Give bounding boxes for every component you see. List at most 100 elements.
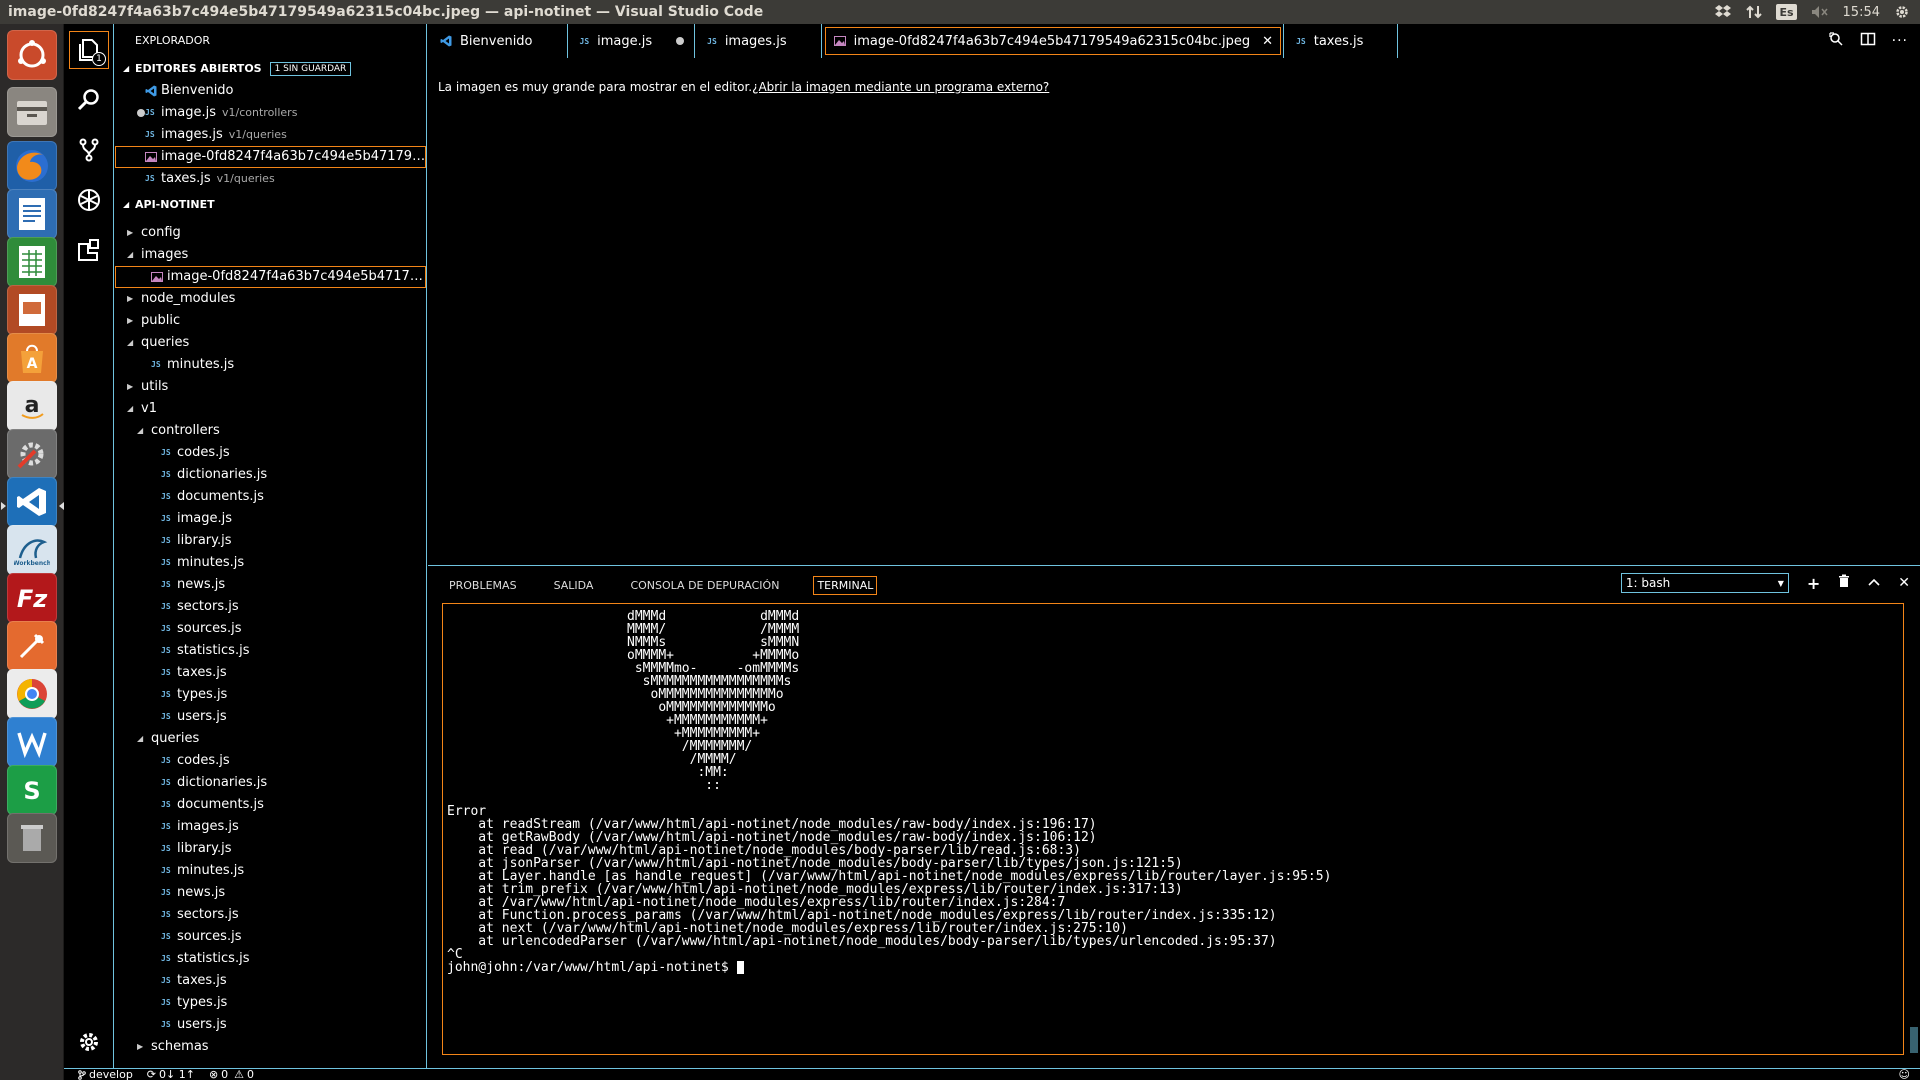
tree-file[interactable]: JS codes.js xyxy=(115,442,426,464)
tree-file[interactable]: JS documents.js xyxy=(115,486,426,508)
tree-folder[interactable]: ◢ v1 xyxy=(115,398,426,420)
trash-terminal-icon[interactable] xyxy=(1838,574,1850,592)
terminal-scrollbar[interactable] xyxy=(1910,1027,1918,1053)
tree-folder[interactable]: ◢ images xyxy=(115,244,426,266)
editor-tab[interactable]: JS images.js xyxy=(695,24,822,58)
chrome-icon[interactable] xyxy=(7,669,57,719)
tree-file[interactable]: JS taxes.js xyxy=(115,662,426,684)
branch-status[interactable]: develop xyxy=(78,1068,133,1080)
unsaved-dot-icon[interactable] xyxy=(676,37,685,45)
tree-file[interactable]: JS sectors.js xyxy=(115,904,426,926)
tree-file[interactable]: JS library.js xyxy=(115,530,426,552)
tree-file[interactable]: JS types.js xyxy=(115,992,426,1014)
tree-file[interactable]: JS statistics.js xyxy=(115,948,426,970)
tree-file[interactable]: JS codes.js xyxy=(115,750,426,772)
settings-gear-icon[interactable] xyxy=(64,1018,114,1066)
close-panel-icon[interactable]: ✕ xyxy=(1898,575,1910,591)
keyboard-layout-indicator[interactable]: Es xyxy=(1776,4,1797,20)
tree-file[interactable]: JS users.js xyxy=(115,706,426,728)
system-settings-icon[interactable] xyxy=(7,429,57,479)
panel-tab[interactable]: TERMINAL xyxy=(813,575,878,595)
editor-tab[interactable]: JS image.js xyxy=(568,24,696,58)
new-terminal-icon[interactable]: + xyxy=(1807,574,1820,593)
trash-icon[interactable] xyxy=(7,813,57,863)
vscode-icon[interactable] xyxy=(7,477,57,527)
filezilla-icon[interactable]: Fz xyxy=(7,573,57,623)
clock[interactable]: 15:54 xyxy=(1843,2,1880,22)
debug-activity-icon[interactable] xyxy=(64,176,114,224)
wps-writer-icon[interactable] xyxy=(7,717,57,767)
tree-file[interactable]: JS dictionaries.js xyxy=(115,464,426,486)
dash-home-icon[interactable] xyxy=(7,30,57,80)
panel-tab[interactable]: CONSOLA DE DEPURACIÓN xyxy=(627,577,782,594)
mysql-workbench-icon[interactable]: Workbench xyxy=(7,525,57,575)
open-editors-header[interactable]: ◢ EDITORES ABIERTOS 1 SIN GUARDAR xyxy=(115,58,426,80)
tree-file[interactable]: JS documents.js xyxy=(115,794,426,816)
tree-folder[interactable]: ▶ config xyxy=(115,222,426,244)
libreoffice-impress-icon[interactable] xyxy=(7,285,57,335)
dropbox-icon[interactable] xyxy=(1714,2,1732,22)
panel-tab[interactable]: SALIDA xyxy=(551,577,597,594)
open-external-link[interactable]: ¿Abrir la imagen mediante un programa ex… xyxy=(752,80,1049,94)
libreoffice-writer-icon[interactable] xyxy=(7,189,57,239)
editor-tab[interactable]: image-0fd8247f4a63b7c494e5b47179549a6231… xyxy=(822,24,1285,58)
tree-file[interactable]: JS library.js xyxy=(115,838,426,860)
software-center-icon[interactable]: A xyxy=(7,333,57,383)
tree-file[interactable]: image-0fd8247f4a63b7c494e5b47179549a... xyxy=(115,266,426,288)
split-editor-icon[interactable] xyxy=(1860,31,1876,51)
open-editor-item[interactable]: Bienvenido xyxy=(115,80,426,102)
tree-file[interactable]: JS news.js xyxy=(115,574,426,596)
sync-status[interactable]: ⟳ 0↓ 1↑ xyxy=(147,1068,195,1080)
open-editor-item[interactable]: JS taxes.js v1/queries xyxy=(115,168,426,190)
tree-folder[interactable]: ▶ utils xyxy=(115,376,426,398)
search-activity-icon[interactable] xyxy=(64,76,114,124)
tree-file[interactable]: JS taxes.js xyxy=(115,970,426,992)
tree-folder[interactable]: ◢ queries xyxy=(115,728,426,750)
firefox-icon[interactable] xyxy=(7,141,57,191)
wps-spreadsheets-icon[interactable]: S xyxy=(7,765,57,815)
tree-folder[interactable]: ▶ node_modules xyxy=(115,288,426,310)
panel-tab[interactable]: PROBLEMAS xyxy=(446,577,520,594)
postman-icon[interactable] xyxy=(7,621,57,671)
tree-file[interactable]: JS types.js xyxy=(115,684,426,706)
explorer-activity-icon[interactable]: 1 xyxy=(64,26,114,74)
libreoffice-calc-icon[interactable] xyxy=(7,237,57,287)
network-icon[interactable] xyxy=(1746,2,1763,22)
tree-file[interactable]: JS statistics.js xyxy=(115,640,426,662)
open-editor-item[interactable]: JS image.js v1/controllers xyxy=(115,102,426,124)
tree-file[interactable]: JS image.js xyxy=(115,508,426,530)
tree-file[interactable]: JS sources.js xyxy=(115,926,426,948)
tree-file[interactable]: JS sources.js xyxy=(115,618,426,640)
tree-file[interactable]: JS dictionaries.js xyxy=(115,772,426,794)
terminal-output[interactable]: dMMMd dMMMd MMMM/ /MMMM NMMMs sMMMN oMMM… xyxy=(442,603,1904,1055)
session-gear-icon[interactable] xyxy=(1894,2,1910,22)
tree-file[interactable]: JS sectors.js xyxy=(115,596,426,618)
tree-file[interactable]: JS minutes.js xyxy=(115,552,426,574)
editor-tab[interactable]: Bienvenido xyxy=(428,24,568,58)
open-editor-item[interactable]: image-0fd8247f4a63b7c494e5b4717954... xyxy=(115,146,426,168)
tree-folder[interactable]: ◢ controllers xyxy=(115,420,426,442)
open-editor-item[interactable]: JS images.js v1/queries xyxy=(115,124,426,146)
source-control-activity-icon[interactable] xyxy=(64,126,114,174)
tree-folder[interactable]: ▶ schemas xyxy=(115,1036,426,1058)
tree-folder[interactable]: ▶ public xyxy=(115,310,426,332)
editor-tab[interactable]: JS taxes.js xyxy=(1284,24,1399,58)
open-changes-icon[interactable] xyxy=(1828,31,1844,51)
tree-file[interactable]: JS images.js xyxy=(115,816,426,838)
extensions-activity-icon[interactable] xyxy=(64,226,114,274)
project-header[interactable]: ◢ API-NOTINET xyxy=(115,194,426,216)
files-icon[interactable] xyxy=(7,87,57,137)
tree-file[interactable]: JS users.js xyxy=(115,1014,426,1036)
tree-file[interactable]: JS news.js xyxy=(115,882,426,904)
volume-muted-icon[interactable] xyxy=(1811,2,1829,22)
terminal-select[interactable]: 1: bash ▼ xyxy=(1620,573,1789,593)
problems-status[interactable]: ⊗ 0 ⚠ 0 xyxy=(209,1068,254,1080)
tree-folder[interactable]: ◢ queries xyxy=(115,332,426,354)
tree-file[interactable]: JS minutes.js xyxy=(115,354,426,376)
maximize-panel-icon[interactable] xyxy=(1868,576,1880,591)
tree-file[interactable]: JS minutes.js xyxy=(115,860,426,882)
more-actions-icon[interactable]: ··· xyxy=(1892,33,1908,49)
close-tab-icon[interactable]: ✕ xyxy=(1262,34,1273,49)
feedback-smiley-icon[interactable]: ☺ xyxy=(1899,1068,1910,1080)
amazon-icon[interactable]: a xyxy=(7,381,57,431)
